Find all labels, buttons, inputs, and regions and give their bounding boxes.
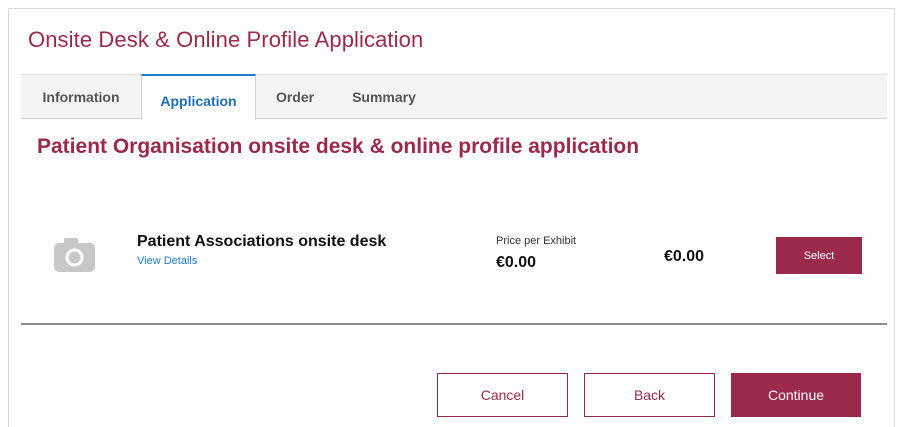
back-button[interactable]: Back	[584, 373, 715, 417]
select-button[interactable]: Select	[776, 237, 862, 274]
continue-button[interactable]: Continue	[731, 373, 861, 417]
tab-bar: Information Application Order Summary	[21, 74, 887, 120]
camera-icon	[53, 237, 96, 273]
application-panel	[8, 8, 895, 427]
tab-application[interactable]: Application	[141, 74, 256, 120]
page-title: Onsite Desk & Online Profile Application	[28, 27, 424, 52]
tab-information[interactable]: Information	[35, 75, 127, 119]
product-name: Patient Associations onsite desk	[137, 233, 387, 250]
tab-summary[interactable]: Summary	[349, 75, 419, 119]
divider	[21, 323, 887, 325]
price-value: €0.00	[496, 254, 537, 271]
view-details-link[interactable]: View Details	[137, 255, 197, 267]
cancel-button[interactable]: Cancel	[437, 373, 568, 417]
total-value: €0.00	[664, 248, 705, 265]
section-title: Patient Organisation onsite desk & onlin…	[37, 135, 640, 158]
tab-order[interactable]: Order	[271, 75, 319, 119]
price-label: Price per Exhibit	[496, 235, 577, 247]
